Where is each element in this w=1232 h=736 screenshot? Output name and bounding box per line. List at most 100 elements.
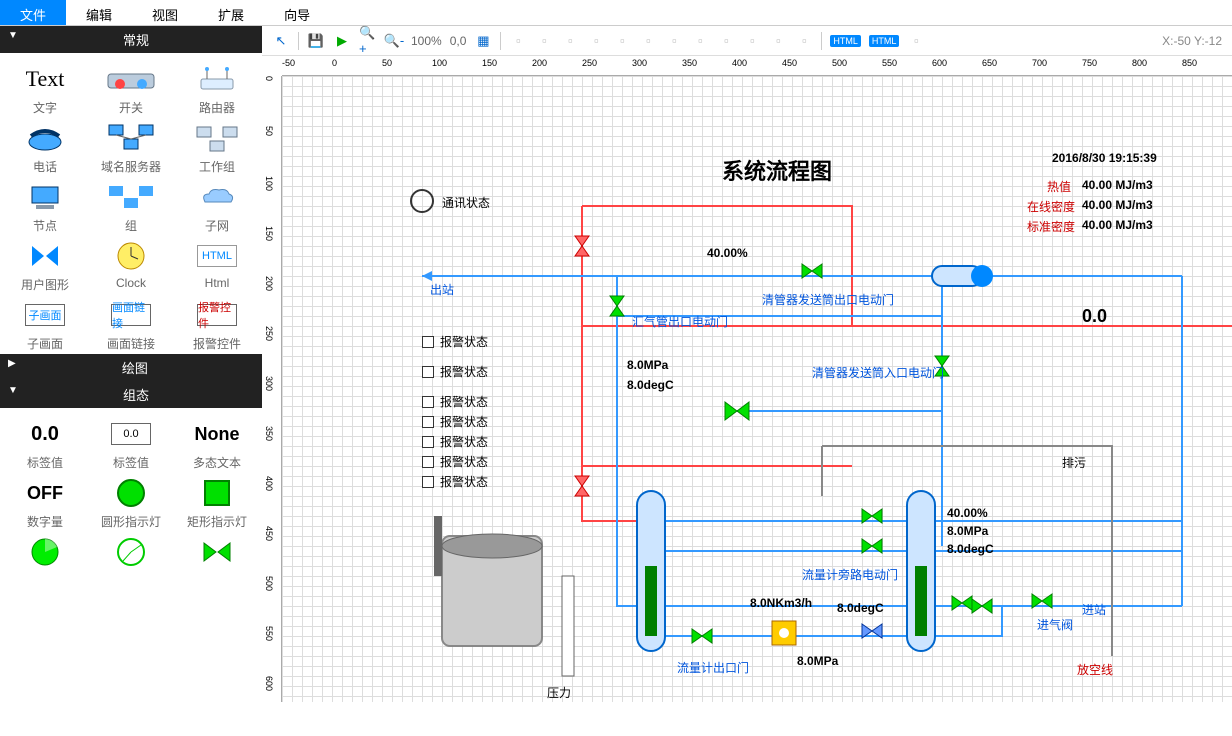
cfg-pie2[interactable] — [90, 534, 172, 570]
pointer-icon[interactable]: ↖ — [272, 32, 290, 50]
clock-icon — [116, 241, 146, 271]
panel-config-header[interactable]: ▼组态 — [0, 381, 262, 408]
canvas[interactable]: 系统流程图 2016/8/30 19:15:39 热值 40.00 MJ/m3 … — [282, 76, 1232, 702]
pal-dns[interactable]: 域名服务器 — [90, 120, 172, 177]
menu-file[interactable]: 文件 — [0, 0, 66, 25]
alarm-cb-1[interactable]: 报警状态 — [422, 333, 488, 350]
chevron-right-icon: ▶ — [8, 358, 16, 377]
tb-misc[interactable]: ▫ — [907, 32, 925, 50]
zoom-value: 100% — [411, 34, 442, 48]
pal-text[interactable]: Text文字 — [4, 61, 86, 118]
cfg-valve[interactable] — [176, 534, 258, 570]
cfg-tagval2[interactable]: 0.0标签值 — [90, 416, 172, 473]
menu-guide[interactable]: 向导 — [264, 0, 330, 25]
tagval-icon: 0.0 — [31, 423, 59, 446]
pal-router[interactable]: 路由器 — [176, 61, 258, 118]
align-5[interactable]: ▫ — [613, 32, 631, 50]
pal-usergfx[interactable]: 用户图形 — [4, 238, 86, 295]
panel-config-title: 组态 — [123, 385, 149, 404]
heat-value: 40.00 MJ/m3 — [1082, 178, 1153, 192]
circle-indicator-icon — [116, 478, 146, 508]
bowtie-icon — [30, 242, 60, 270]
alarmctl-btn: 报警控件 — [197, 304, 237, 326]
switch-icon — [106, 66, 156, 92]
align-6[interactable]: ▫ — [639, 32, 657, 50]
cfg-pie1[interactable] — [4, 534, 86, 570]
pal-piclink[interactable]: 画面链接画面链接 — [90, 297, 172, 354]
pct-value: 40.00% — [707, 246, 748, 260]
datetime: 2016/8/30 19:15:39 — [1052, 151, 1157, 165]
pal-subpic[interactable]: 子画面子画面 — [4, 297, 86, 354]
align-9[interactable]: ▫ — [717, 32, 735, 50]
align-12[interactable]: ▫ — [795, 32, 813, 50]
t2-value: 8.0degC — [947, 542, 994, 556]
align-3[interactable]: ▫ — [561, 32, 579, 50]
panel-common-title: 常规 — [123, 30, 149, 49]
pal-workgroup-label: 工作组 — [199, 158, 235, 175]
pal-workgroup[interactable]: 工作组 — [176, 120, 258, 177]
save-icon[interactable]: 💾 — [307, 32, 325, 50]
pal-subnet-label: 子网 — [205, 217, 229, 234]
cfg-multi[interactable]: None多态文本 — [176, 416, 258, 473]
t1-value: 8.0degC — [627, 378, 674, 392]
grid-icon[interactable]: ▦ — [474, 32, 492, 50]
alarm-cb-3[interactable]: 报警状态 — [422, 393, 488, 410]
play-icon[interactable]: ▶ — [333, 32, 351, 50]
cfg-tagval2-label: 标签值 — [113, 454, 149, 471]
pal-usergfx-label: 用户图形 — [21, 276, 69, 293]
pal-text-label: 文字 — [33, 99, 57, 116]
alarm-cb-6[interactable]: 报警状态 — [422, 453, 488, 470]
zoom-in-icon[interactable]: 🔍+ — [359, 32, 377, 50]
cfg-multi-label: 多态文本 — [193, 454, 241, 471]
menu-edit[interactable]: 编辑 — [66, 0, 132, 25]
panel-draw-title: 绘图 — [122, 358, 148, 377]
pal-alarmctl[interactable]: 报警控件报警控件 — [176, 297, 258, 354]
html-badge-1[interactable]: HTML — [830, 35, 861, 47]
pal-group[interactable]: 组 — [90, 179, 172, 236]
ingate-label: 进气阀 — [1037, 616, 1073, 633]
cfg-digital[interactable]: OFF数字量 — [4, 475, 86, 532]
panel-common-header[interactable]: ▼常规 — [0, 26, 262, 53]
alarm-cb-5[interactable]: 报警状态 — [422, 433, 488, 450]
align-2[interactable]: ▫ — [535, 32, 553, 50]
pal-switch-label: 开关 — [119, 99, 143, 116]
alarm-cb-2[interactable]: 报警状态 — [422, 363, 488, 380]
pal-clock[interactable]: Clock — [90, 238, 172, 295]
pal-node[interactable]: 节点 — [4, 179, 86, 236]
align-1[interactable]: ▫ — [509, 32, 527, 50]
cfg-circind[interactable]: 圆形指示灯 — [90, 475, 172, 532]
rect-indicator-icon — [203, 479, 231, 507]
outsta-label: 出站 — [430, 281, 454, 298]
coords-display: X:-50 Y:-12 — [1162, 34, 1222, 48]
workgroup-icon — [193, 123, 241, 153]
cfg-tagval[interactable]: 0.0标签值 — [4, 416, 86, 473]
menu-view[interactable]: 视图 — [132, 0, 198, 25]
sgate-label: 清管器发送筒出口电动门 — [762, 291, 894, 308]
alarm-cb-4[interactable]: 报警状态 — [422, 413, 488, 430]
valve-icon — [202, 539, 232, 565]
pal-alarmctl-label: 报警控件 — [193, 335, 241, 352]
align-8[interactable]: ▫ — [691, 32, 709, 50]
alarm-cb-7[interactable]: 报警状态 — [422, 473, 488, 490]
press-label: 压力 — [547, 684, 571, 701]
pie2-icon — [116, 537, 146, 567]
pal-group-label: 组 — [125, 217, 137, 234]
pal-router-label: 路由器 — [199, 99, 235, 116]
pal-subnet[interactable]: 子网 — [176, 179, 258, 236]
pal-html[interactable]: HTMLHtml — [176, 238, 258, 295]
align-4[interactable]: ▫ — [587, 32, 605, 50]
zoom-out-icon[interactable]: 🔍- — [385, 32, 403, 50]
pal-phone[interactable]: 电话 — [4, 120, 86, 177]
align-11[interactable]: ▫ — [769, 32, 787, 50]
cfg-rectind[interactable]: 矩形指示灯 — [176, 475, 258, 532]
pal-piclink-label: 画面链接 — [107, 335, 155, 352]
flowout-label: 流量计出口门 — [677, 659, 749, 676]
align-7[interactable]: ▫ — [665, 32, 683, 50]
off-icon: OFF — [27, 483, 63, 504]
html-badge-2[interactable]: HTML — [869, 35, 900, 47]
align-10[interactable]: ▫ — [743, 32, 761, 50]
pal-switch[interactable]: 开关 — [90, 61, 172, 118]
panel-draw-header[interactable]: ▶ 绘图 — [0, 354, 262, 381]
menu-ext[interactable]: 扩展 — [198, 0, 264, 25]
diagram-title: 系统流程图 — [722, 154, 832, 186]
